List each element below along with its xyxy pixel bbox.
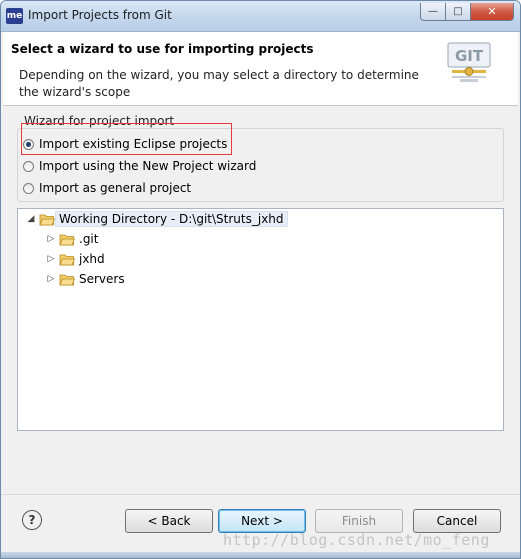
tree-item-servers[interactable]: ▷ Servers xyxy=(46,270,129,288)
folder-icon xyxy=(59,254,75,265)
watermark-text: http://blog.csdn.net/mo_feng xyxy=(223,531,490,549)
help-button[interactable]: ? xyxy=(22,510,42,530)
window-title: Import Projects from Git xyxy=(28,8,172,22)
tree-root-label: Working Directory - D:\git\Struts_jxhd xyxy=(55,211,288,227)
minimize-button[interactable]: — xyxy=(420,3,446,21)
red-highlight-box xyxy=(21,123,232,155)
tree-root-row[interactable]: ◢ Working Directory - D:\git\Struts_jxhd xyxy=(26,210,288,228)
import-dialog: me Import Projects from Git — □ ✕ Select… xyxy=(0,0,521,559)
radio-button[interactable] xyxy=(23,160,34,172)
wizard-description: Depending on the wizard, you may select … xyxy=(19,68,419,99)
collapsed-arrow-icon[interactable]: ▷ xyxy=(46,254,56,264)
directory-tree[interactable]: ◢ Working Directory - D:\git\Struts_jxhd… xyxy=(17,208,504,431)
next-button[interactable]: Next > xyxy=(218,509,306,533)
finish-button[interactable]: Finish xyxy=(315,509,403,533)
cancel-button[interactable]: Cancel xyxy=(413,509,501,533)
tree-item-git[interactable]: ▷ .git xyxy=(46,230,102,248)
close-button[interactable]: ✕ xyxy=(471,3,514,21)
tree-item-label: jxhd xyxy=(79,252,105,266)
collapsed-arrow-icon[interactable]: ▷ xyxy=(46,274,56,284)
back-button[interactable]: < Back xyxy=(125,509,213,533)
wizard-title: Select a wizard to use for importing pro… xyxy=(11,42,314,56)
radio-button[interactable] xyxy=(23,182,34,194)
window-controls: — □ ✕ xyxy=(420,3,514,21)
radio-label: Import using the New Project wizard xyxy=(39,159,257,173)
radio-import-new-project[interactable]: Import using the New Project wizard xyxy=(23,157,256,175)
folder-icon xyxy=(59,274,75,285)
git-logo-icon: GIT xyxy=(447,42,491,82)
folder-icon xyxy=(59,234,75,245)
open-folder-icon xyxy=(39,214,55,225)
collapsed-arrow-icon[interactable]: ▷ xyxy=(46,234,56,244)
wizard-header: Select a wizard to use for importing pro… xyxy=(3,32,518,106)
maximize-button[interactable]: □ xyxy=(446,3,471,21)
radio-import-general[interactable]: Import as general project xyxy=(23,179,191,197)
tree-item-label: Servers xyxy=(79,272,125,286)
git-logo-text: GIT xyxy=(455,47,484,65)
radio-label: Import as general project xyxy=(39,181,192,195)
taskbar-strip xyxy=(1,552,520,558)
tree-item-jxhd[interactable]: ▷ jxhd xyxy=(46,250,109,268)
eclipse-app-icon: me xyxy=(6,8,23,24)
title-bar[interactable]: me Import Projects from Git — □ ✕ xyxy=(1,1,520,32)
footer-separator xyxy=(1,494,520,495)
expanded-arrow-icon[interactable]: ◢ xyxy=(26,214,36,224)
tree-item-label: .git xyxy=(79,232,99,246)
wizard-content: Wizard for project import Import existin… xyxy=(3,106,518,494)
